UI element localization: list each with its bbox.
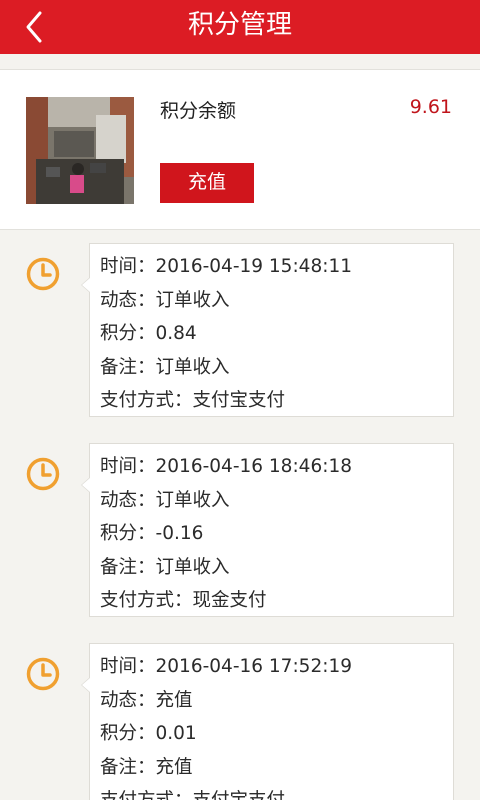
record-payment: 支付方式：现金支付: [100, 590, 267, 611]
record-status: 动态：订单收入: [100, 290, 230, 311]
record-payment: 支付方式：支付宝支付: [100, 390, 286, 411]
record-time: 时间：2016-04-19 15:48:11: [100, 256, 352, 277]
record-payment: 支付方式：支付宝支付: [100, 786, 285, 800]
list-item: 时间：2016-04-19 15:48:11 动态：订单收入 积分：0.84 备…: [0, 230, 480, 417]
record-card: 时间：2016-04-16 17:52:19 动态：充值 积分：0.01 备注：…: [81, 643, 454, 800]
record-note: 备注：订单收入: [100, 357, 230, 378]
record-note: 备注：订单收入: [100, 557, 230, 578]
record-status: 动态：订单收入: [100, 490, 230, 511]
record-card: 时间：2016-04-16 18:46:18 动态：订单收入 积分：-0.16 …: [81, 443, 454, 617]
clock-icon: [26, 457, 60, 491]
record-points: 积分：-0.16: [100, 523, 204, 544]
record-time: 时间：2016-04-16 18:46:18: [100, 456, 352, 477]
record-time: 时间：2016-04-16 17:52:19: [100, 656, 352, 677]
recharge-button[interactable]: 充值: [160, 163, 254, 203]
account-photo: [26, 97, 134, 204]
record-card: 时间：2016-04-19 15:48:11 动态：订单收入 积分：0.84 备…: [81, 243, 454, 417]
page-title: 积分管理: [187, 10, 292, 40]
record-points: 积分：0.01: [100, 723, 197, 744]
record-points: 积分：0.84: [100, 323, 197, 344]
list-item: 时间：2016-04-16 17:52:19 动态：充值 积分：0.01 备注：…: [0, 630, 480, 800]
balance-label: 积分余额: [160, 100, 237, 122]
record-status: 动态：充值: [100, 690, 193, 711]
balance-card: 积分余额 9.61 充值: [0, 69, 480, 230]
clock-icon: [26, 257, 60, 291]
app-header: 积分管理: [0, 0, 480, 54]
clock-icon: [26, 657, 60, 691]
balance-amount: 9.61: [409, 96, 452, 118]
list-item: 时间：2016-04-16 18:46:18 动态：订单收入 积分：-0.16 …: [0, 430, 480, 617]
record-note: 备注：充值: [100, 757, 193, 778]
